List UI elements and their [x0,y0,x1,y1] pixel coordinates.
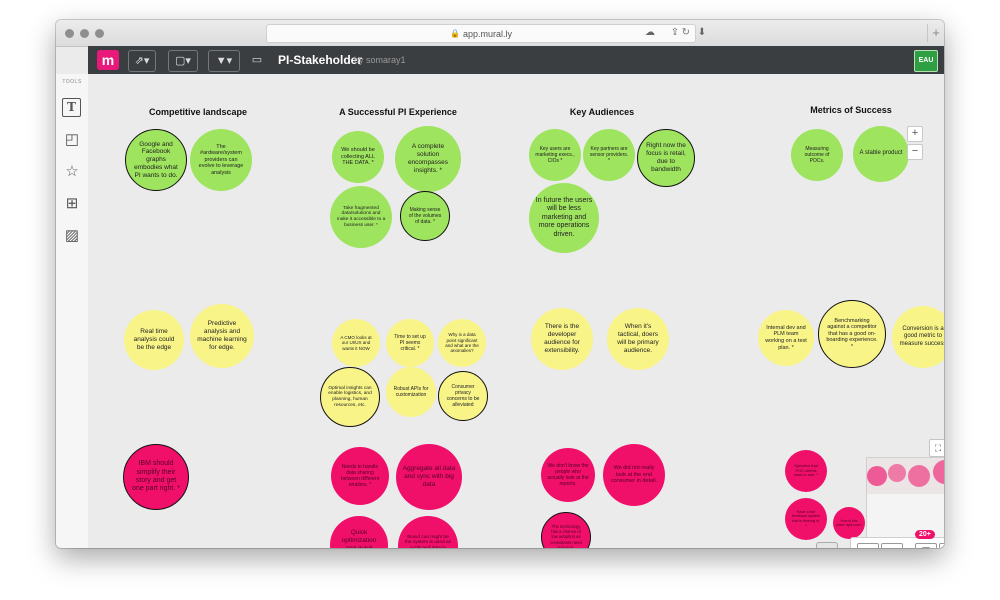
new-tab-icon[interactable]: + [927,24,944,42]
outline-button[interactable]: ▢▾ [168,50,198,72]
sticky-note[interactable]: Quick optimization and quick adjustments [330,516,388,548]
outline-list-icon[interactable]: ☰ [915,543,937,548]
image-icon[interactable]: ▨ [62,226,82,246]
column-heading-competitive: Competitive landscape [148,107,248,117]
sticky-note[interactable]: Conversion is a good metric to measure s… [892,306,944,368]
sticky-note[interactable]: Time to set up PI seems critical. * [386,319,434,367]
zoom-out-button[interactable]: − [907,144,923,160]
sticky-note[interactable]: Internal dev and PLM team working on a t… [758,310,814,366]
sticky-note[interactable]: In future the users will be less marketi… [529,183,599,253]
column-heading-experience: A Successful PI Experience [339,107,457,117]
download-icon[interactable]: ⬇ [694,25,710,41]
present-icon[interactable]: ▭ [248,50,266,70]
sticky-note[interactable]: Making sense of the volumes of data. * [400,191,450,241]
cloud-icon[interactable]: ☁ [642,25,658,41]
text-tool-icon[interactable]: T [62,98,81,117]
presentation-icon[interactable]: ⌂ [857,543,879,548]
sticky-note[interactable]: Real time analysis could be the edge [124,310,184,370]
sticky-note[interactable]: Key users are marketing execs., CIOs * [529,129,581,181]
lock-icon: 🔒 [450,29,460,38]
sticky-note[interactable]: Why is a data point significant and what… [438,319,486,367]
sticky-note[interactable]: A CMO looks at our UI/UX and wants it NO… [332,319,380,367]
sticky-note[interactable]: Key partners are sensor providers. * [583,129,635,181]
sticky-note[interactable]: There is the developer audience for exte… [531,308,593,370]
sticky-note[interactable]: A complete solution encompasses insights… [395,126,461,192]
sticky-note[interactable]: Optimal insights can enable logistics, a… [320,367,380,427]
sticky-note[interactable]: Robust APIs for customization [386,367,436,417]
sticky-note[interactable]: The technology has a chance of low adopt… [541,512,591,548]
sticky-note[interactable]: Right now the focus is retail, due to ba… [637,129,695,187]
sticky-note[interactable]: Aggregate all data and sync with big dat… [396,444,462,510]
mural-title[interactable]: PI-Stakeholder [278,53,362,67]
sticky-note[interactable]: Google and Facebook graphs embodies what… [125,129,187,191]
sticky-note[interactable]: We should be collecting ALL THE DATA. * [332,131,384,183]
sticky-note[interactable]: Measuring outcome of POCs. [791,129,843,181]
toolbox-label: TOOLS [62,79,82,85]
sticky-note[interactable]: Specifics that POC clients want to see. … [785,450,827,492]
user-avatar[interactable]: EAU [914,50,938,72]
url-text: app.mural.ly [462,28,512,39]
collaborators-icon[interactable]: 👥 [816,542,838,548]
sticky-note[interactable]: Predictive analysis and machine learning… [190,304,254,368]
filter-button[interactable]: ▼▾ [208,50,240,72]
column-heading-metrics: Metrics of Success [810,105,892,115]
toolbox: TOOLS T ◰ ☆ ⊞ ▨ [56,74,89,548]
bottom-dock: ⌂ ⊟ ☰ 20+ 💬 [850,530,944,548]
notification-badge: 20+ [915,530,935,539]
share-icon[interactable]: ⇪ [667,25,683,41]
chat-icon[interactable]: 💬 [939,543,944,548]
star-icon[interactable]: ☆ [62,162,82,182]
sticky-note[interactable]: When it's tactical, doers will be primar… [607,308,669,370]
sticky-note[interactable]: The #ardware/system providers can evolve… [190,129,252,191]
sticky-note[interactable]: How is this place right now? [833,507,865,539]
minimize-window-icon[interactable] [80,29,89,38]
grid-view-icon[interactable]: ⊟ [881,543,903,548]
zoom-window-icon[interactable] [95,29,104,38]
column-heading-audiences: Key Audiences [569,107,635,117]
sticky-note[interactable]: Take fragmented data/solutions and make … [330,186,392,248]
sticky-note[interactable]: We don't know the people who actually lo… [541,448,595,502]
sticky-note[interactable]: Benchmarking against a competitor that h… [818,300,886,368]
share-export-button[interactable]: ⇗▾ [128,50,156,72]
sticky-note[interactable]: IBM should simplify their story and get … [123,444,189,510]
sticky-note[interactable]: A stable product [853,126,909,182]
address-bar[interactable]: 🔒 app.mural.ly ↻ [266,24,696,43]
mural-header: m ⇗▾ ▢▾ ▼▾ ▭ PI-Stakeholder by somaray1 … [88,46,944,74]
zoom-in-button[interactable]: + [907,126,923,142]
sticky-note[interactable]: Consumer privacy concerns to be alleviat… [438,371,488,421]
browser-window: 🔒 app.mural.ly ↻ ☁ ⇪ ⬇ + m ⇗▾ ▢▾ ▼▾ ▭ PI… [56,20,944,548]
shapes-tool-icon[interactable]: ◰ [62,130,82,150]
mural-canvas[interactable]: Competitive landscape A Successful PI Ex… [88,74,944,548]
sticky-note[interactable]: We did not really look at the end consum… [603,444,665,506]
frameworks-icon[interactable]: ⊞ [62,194,82,214]
fit-view-icon[interactable]: ⛶ [929,439,944,457]
sticky-note[interactable]: Have a live feedback system that is flow… [785,498,827,540]
close-window-icon[interactable] [65,29,74,38]
mural-logo-icon[interactable]: m [97,50,119,70]
browser-titlebar: 🔒 app.mural.ly ↻ ☁ ⇪ ⬇ + [56,20,944,47]
mural-author: by somaray1 [354,55,406,65]
sticky-note[interactable]: Needs to handle data sharing between dif… [331,447,389,505]
sticky-note[interactable]: Brand can might be the system is used as… [398,516,458,548]
